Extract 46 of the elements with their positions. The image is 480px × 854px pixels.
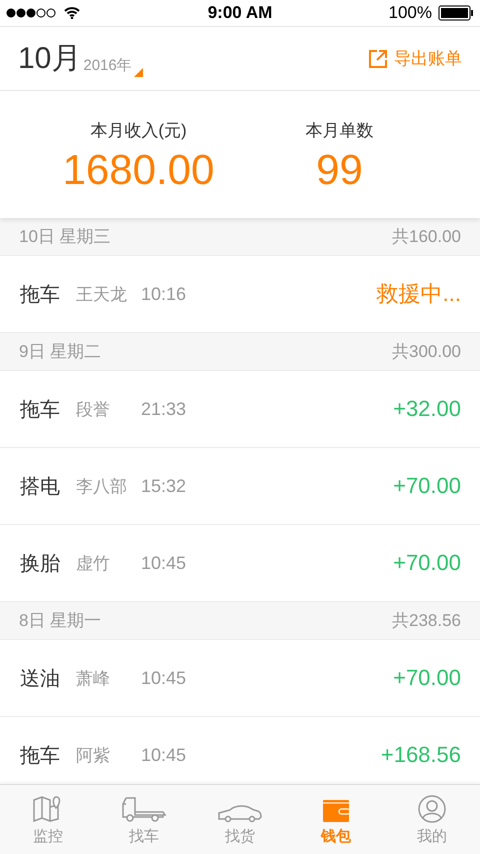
month-title[interactable]: 10月 — [18, 38, 82, 79]
order-amount: +168.56 — [380, 742, 461, 768]
day-total: 共238.56 — [392, 610, 461, 632]
summary-value: 1680.00 — [62, 146, 214, 194]
day-total: 共160.00 — [392, 226, 461, 248]
export-icon[interactable] — [368, 48, 388, 68]
service-type: 拖车 — [20, 282, 61, 308]
dropdown-corner-icon[interactable] — [134, 68, 143, 77]
order-time: 10:45 — [141, 744, 186, 766]
service-type: 拖车 — [20, 744, 61, 768]
order-amount: +32.00 — [393, 396, 461, 422]
service-type: 送油 — [20, 666, 61, 692]
day-date: 9日 星期二 — [19, 341, 102, 363]
customer-name: 阿紫 — [76, 744, 111, 766]
order-time: 10:16 — [141, 284, 186, 304]
order-amount: +70.00 — [393, 550, 461, 576]
battery-icon — [438, 5, 474, 21]
signal-icon — [6, 8, 58, 18]
service-type: 换胎 — [20, 552, 61, 576]
order-time: 10:45 — [141, 552, 186, 574]
order-amount: 救援中... — [376, 280, 461, 308]
status-time: 9:00 AM — [208, 3, 272, 23]
battery-level: 100% — [388, 3, 432, 23]
car-icon — [217, 803, 263, 823]
order-time: 21:33 — [141, 398, 186, 420]
summary-value: 99 — [316, 146, 363, 194]
order-time: 15:32 — [141, 476, 186, 496]
customer-name: 王天龙 — [76, 284, 128, 306]
customer-name: 段誉 — [76, 398, 111, 420]
user-icon — [418, 795, 446, 823]
service-type: 搭电 — [20, 474, 61, 500]
order-amount: +70.00 — [393, 473, 461, 499]
summary-label: 本月单数 — [306, 120, 374, 142]
day-date: 10日 星期三 — [19, 226, 111, 248]
wallet-icon — [322, 799, 350, 823]
customer-name: 李八部 — [76, 476, 128, 498]
customer-name: 虚竹 — [76, 552, 111, 574]
service-type: 拖车 — [20, 398, 61, 422]
wifi-icon — [64, 7, 80, 19]
tow-truck-icon — [121, 795, 167, 823]
day-total: 共300.00 — [392, 341, 461, 363]
summary-label: 本月收入(元) — [90, 120, 187, 142]
day-date: 8日 星期一 — [19, 610, 102, 632]
customer-name: 萧峰 — [76, 668, 111, 690]
order-amount: +70.00 — [393, 665, 461, 691]
order-time: 10:45 — [141, 668, 186, 688]
